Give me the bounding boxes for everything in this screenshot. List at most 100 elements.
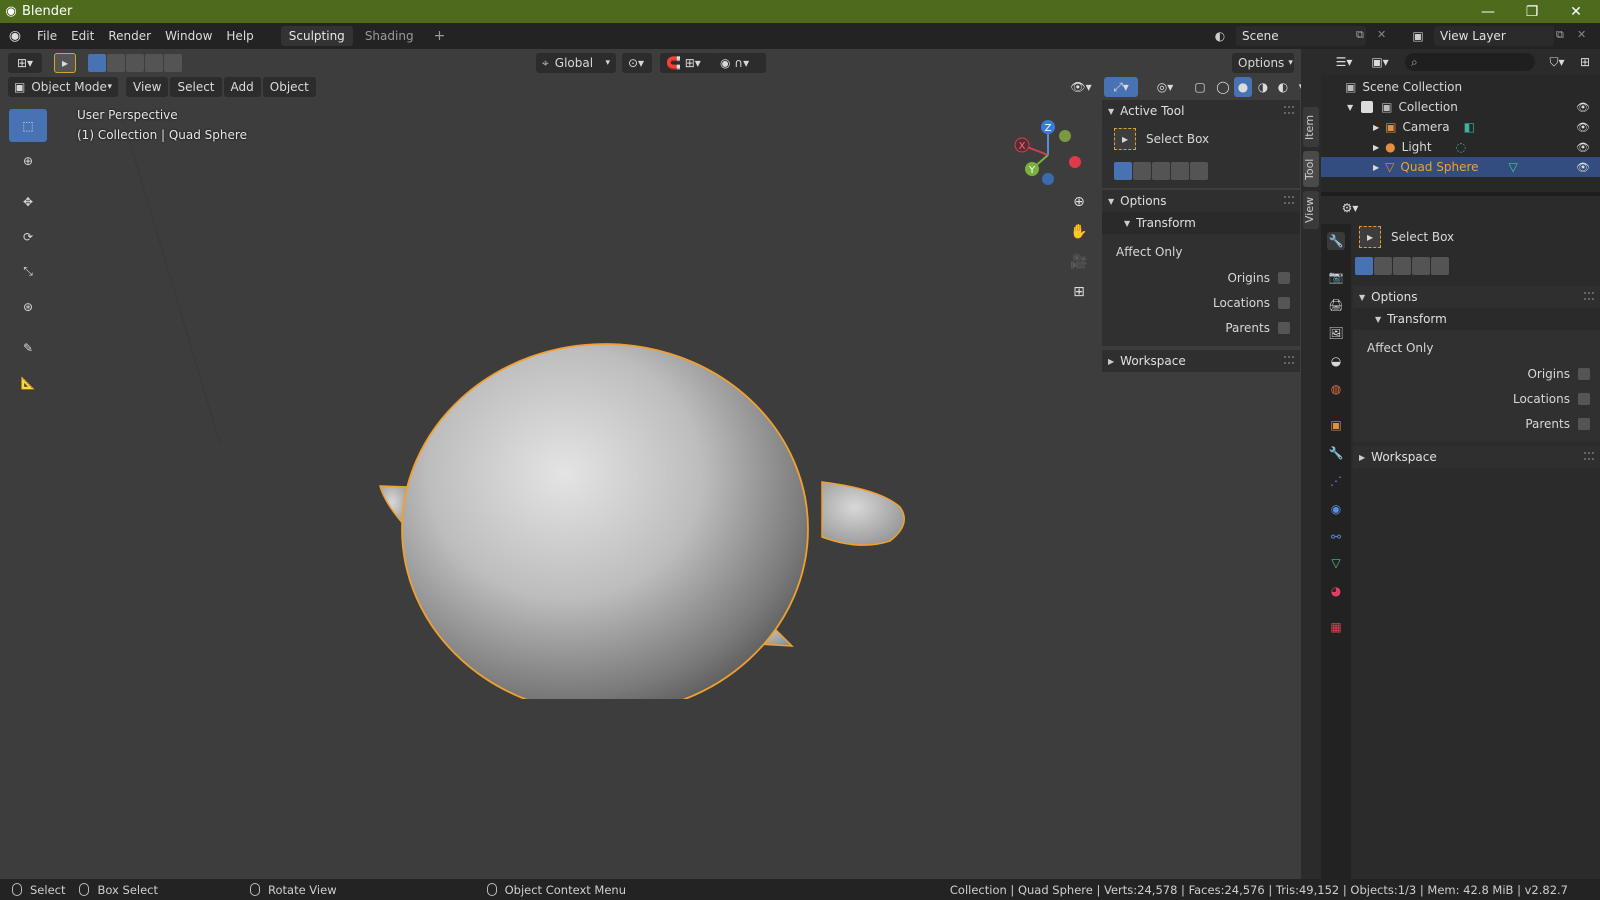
menu-render[interactable]: Render (101, 23, 158, 49)
scale-tool-button[interactable]: ⤡ (9, 255, 47, 288)
visibility-eye-icon[interactable]: 👁 (1576, 161, 1590, 174)
select-intersect-icon[interactable] (164, 54, 182, 72)
select-intersect-icon[interactable] (1190, 162, 1208, 180)
object-properties-icon[interactable]: ▣ (1327, 416, 1345, 434)
close-button[interactable]: ✕ (1554, 0, 1598, 23)
collection-checkbox[interactable] (1361, 101, 1374, 113)
move-tool-button[interactable]: ✥ (9, 185, 47, 218)
menu-help[interactable]: Help (219, 23, 260, 49)
select-intersect-icon[interactable] (1431, 257, 1449, 275)
tab-sculpting[interactable]: Sculpting (280, 26, 353, 46)
delete-scene-icon[interactable]: ✕ (1377, 28, 1386, 41)
outliner-search-input[interactable]: ⌕ (1405, 53, 1535, 71)
output-properties-icon[interactable]: 🖨 (1327, 296, 1345, 314)
scene-properties-icon[interactable]: ◒ (1327, 352, 1345, 370)
active-tool-panel-header[interactable]: ▼ Active Tool (1102, 100, 1300, 122)
modifier-properties-icon[interactable]: 🔧 (1327, 444, 1345, 462)
pivot-point-dropdown[interactable]: ⊙▾ (622, 53, 652, 73)
outliner-row-light[interactable]: ▶ ● Light ◌ 👁 (1321, 137, 1600, 157)
visibility-eye-icon[interactable]: 👁 (1576, 141, 1590, 154)
props-locations-checkbox[interactable] (1578, 392, 1590, 405)
outliner-row-collection[interactable]: ▼ ▣ Collection 👁 (1321, 97, 1600, 117)
props-transform-header[interactable]: ▼ Transform (1353, 308, 1600, 330)
mesh-data-icon[interactable]: ▽ (1509, 160, 1518, 174)
cursor-tool-button[interactable]: ⊕ (9, 144, 47, 177)
rotate-tool-button[interactable]: ⟳ (9, 220, 47, 253)
select-new-icon[interactable] (1114, 162, 1132, 180)
scene-field[interactable]: Scene (1236, 26, 1366, 46)
select-invert-icon[interactable] (1171, 162, 1189, 180)
particles-properties-icon[interactable]: ⋰ (1327, 472, 1345, 490)
pan-hand-icon[interactable]: ✋ (1066, 219, 1092, 245)
props-origins-checkbox[interactable] (1578, 367, 1590, 380)
locations-checkbox[interactable] (1278, 296, 1290, 309)
outliner-editor-type-icon[interactable]: ☰▾ (1329, 52, 1359, 72)
texture-properties-icon[interactable]: ▦ (1327, 618, 1345, 636)
annotate-tool-button[interactable]: ✎ (9, 331, 47, 364)
expand-triangle-icon[interactable]: ▼ (1347, 103, 1353, 112)
tab-item[interactable]: Item (1303, 107, 1319, 147)
new-collection-icon[interactable]: ⊞ (1575, 52, 1595, 72)
origins-checkbox[interactable] (1278, 271, 1290, 284)
properties-editor-type-icon[interactable]: ⚙▾ (1335, 198, 1365, 218)
visibility-eye-icon[interactable]: 👁 (1576, 121, 1590, 134)
select-subtract-icon[interactable] (126, 54, 144, 72)
gizmo-neg-z-axis[interactable] (1042, 173, 1054, 185)
outliner-row-camera[interactable]: ▶ ▣ Camera ◧ 👁 (1321, 117, 1600, 137)
data-properties-icon[interactable]: ▽ (1327, 554, 1345, 572)
tab-shading[interactable]: Shading (357, 26, 422, 46)
rendered-shading-icon[interactable]: ◐ (1274, 77, 1292, 97)
options-panel-header[interactable]: ▼ Options (1102, 190, 1300, 212)
mode-dropdown[interactable]: ▣ Object Mode ▾ (8, 77, 118, 97)
xray-toggle-icon[interactable]: ▢ (1190, 77, 1210, 97)
select-extend-icon[interactable] (107, 54, 125, 72)
camera-data-icon[interactable]: ◧ (1464, 120, 1475, 134)
drag-grip-icon[interactable] (1284, 106, 1294, 114)
perspective-toggle-icon[interactable]: ⊞ (1066, 279, 1092, 305)
physics-properties-icon[interactable]: ◉ (1327, 500, 1345, 518)
proportional-edit-dropdown[interactable]: ◉ ∩▾ (714, 53, 766, 73)
options-dropdown[interactable]: Options ▾ (1232, 53, 1294, 73)
zoom-icon[interactable]: ⊕ (1066, 189, 1092, 215)
world-properties-icon[interactable]: ◍ (1327, 380, 1345, 398)
select-subtract-icon[interactable] (1152, 162, 1170, 180)
outliner-row-scene-collection[interactable]: ▣ Scene Collection (1321, 77, 1600, 97)
props-options-header[interactable]: ▼ Options (1353, 286, 1600, 308)
gizmo-neg-x-axis[interactable] (1069, 156, 1081, 168)
view-layer-field[interactable]: View Layer (1434, 26, 1554, 46)
render-properties-icon[interactable]: 📷 (1327, 268, 1345, 286)
snap-dropdown[interactable]: 🧲 ⊞▾ (660, 53, 716, 73)
transform-subpanel-header[interactable]: ▼ Transform (1102, 212, 1300, 234)
parents-checkbox[interactable] (1278, 321, 1290, 334)
select-subtract-icon[interactable] (1393, 257, 1411, 275)
material-properties-icon[interactable]: ◕ (1327, 582, 1345, 600)
add-workspace-button[interactable]: + (426, 26, 454, 46)
display-mode-icon[interactable]: ▣▾ (1365, 52, 1395, 72)
tab-tool[interactable]: Tool (1303, 151, 1319, 187)
minimize-button[interactable]: — (1466, 0, 1510, 23)
visibility-dropdown-icon[interactable]: 👁▾ (1066, 77, 1096, 97)
select-new-icon[interactable] (88, 54, 106, 72)
collapse-triangle-icon[interactable]: ▶ (1373, 123, 1379, 132)
delete-view-layer-icon[interactable]: ✕ (1577, 28, 1586, 41)
gizmo-toggle-icon[interactable]: ⤢▾ (1104, 77, 1138, 97)
navigation-gizmo[interactable]: Z X Y (1008, 115, 1088, 195)
select-invert-icon[interactable] (145, 54, 163, 72)
new-scene-icon[interactable]: ⧉ (1356, 28, 1364, 42)
menu-edit[interactable]: Edit (64, 23, 101, 49)
solid-shading-icon[interactable]: ● (1234, 77, 1252, 97)
gizmo-neg-y-axis[interactable] (1059, 130, 1071, 142)
select-extend-icon[interactable] (1133, 162, 1151, 180)
new-view-layer-icon[interactable]: ⧉ (1556, 28, 1564, 42)
props-parents-checkbox[interactable] (1578, 417, 1590, 430)
material-shading-icon[interactable]: ◑ (1254, 77, 1272, 97)
viewport-menu-object[interactable]: Object (262, 77, 316, 97)
light-data-icon[interactable]: ◌ (1456, 140, 1466, 154)
maximize-button[interactable]: ❐ (1510, 0, 1554, 23)
view-layer-properties-icon[interactable]: 🖼 (1327, 324, 1345, 342)
scene-selector-icon[interactable]: ◐ (1205, 26, 1235, 46)
select-new-icon[interactable] (1355, 257, 1373, 275)
select-invert-icon[interactable] (1412, 257, 1430, 275)
filter-icon[interactable]: ⛉▾ (1543, 52, 1571, 72)
viewport-menu-view[interactable]: View (126, 77, 169, 97)
